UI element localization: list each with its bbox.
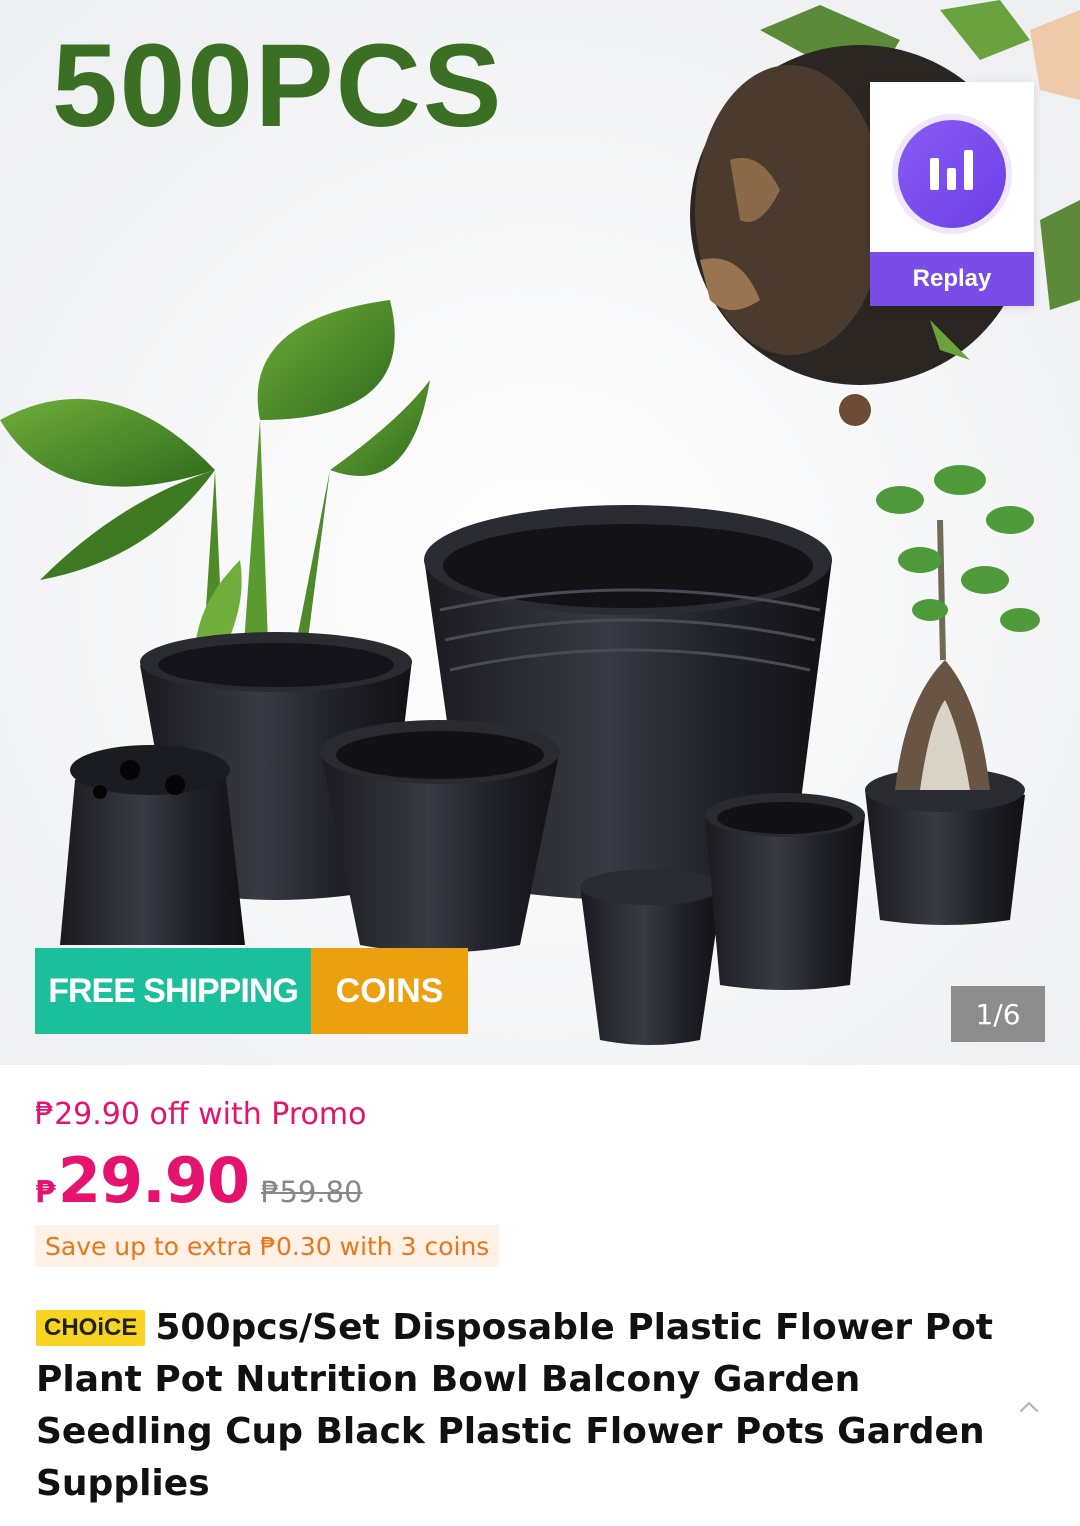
coins-savings-tag[interactable]: Save up to extra ₱0.30 with 3 coins xyxy=(35,1225,500,1267)
current-price: 29.90 xyxy=(57,1144,250,1217)
price-currency: ₱ xyxy=(35,1175,56,1210)
free-shipping-badge: FREE SHIPPING xyxy=(35,948,311,1034)
bar-chart-icon xyxy=(898,120,1006,228)
product-title: CHOiCE 500pcs/Set Disposable Plastic Flow… xyxy=(36,1302,1011,1510)
promo-discount-text: ₱29.90 off with Promo xyxy=(35,1097,367,1132)
quantity-overlay-text: 500PCS xyxy=(52,20,504,152)
replay-label: Replay xyxy=(870,252,1034,306)
product-title-text: 500pcs/Set Disposable Plastic Flower Pot… xyxy=(36,1307,994,1504)
coins-badge: COINS xyxy=(311,948,468,1034)
price-row: ₱ 29.90 ₱59.80 xyxy=(35,1144,362,1224)
promo-banner: FREE SHIPPING COINS xyxy=(35,948,468,1034)
replay-video-button[interactable]: Replay xyxy=(870,82,1034,306)
original-price: ₱59.80 xyxy=(261,1175,363,1209)
choice-badge: CHOiCE xyxy=(36,1310,146,1346)
chevron-up-icon[interactable] xyxy=(1014,1392,1044,1422)
product-image-gallery[interactable]: 500PCS Replay FREE SHIPPING COINS 1/6 xyxy=(0,0,1080,1065)
image-counter: 1/6 xyxy=(951,986,1045,1042)
